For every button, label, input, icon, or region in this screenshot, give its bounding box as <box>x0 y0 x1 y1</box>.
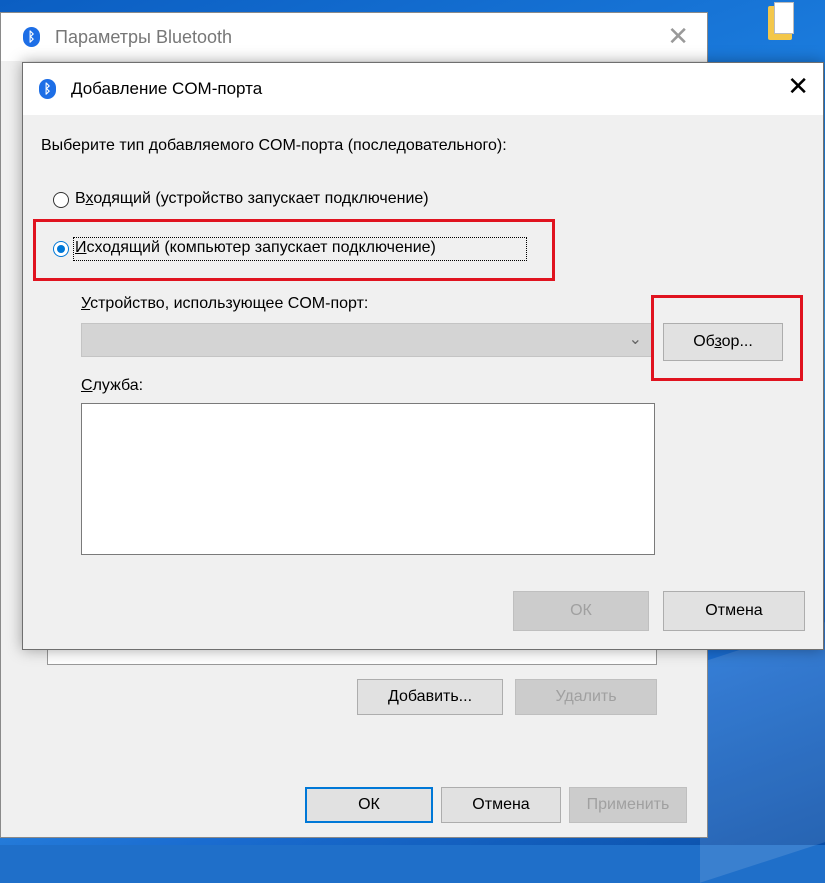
remove-button[interactable]: Удалить <box>515 679 657 715</box>
ok-button[interactable]: ОК <box>513 591 649 631</box>
bluetooth-icon: ᛒ <box>39 79 56 99</box>
incoming-radio-label[interactable]: Входящий (устройство запускает подключен… <box>75 190 429 208</box>
bluetooth-settings-titlebar: ᛒ Параметры Bluetooth ✕ <box>1 13 707 61</box>
chevron-down-icon[interactable]: ⌄ <box>629 329 642 349</box>
bluetooth-icon: ᛒ <box>23 27 40 47</box>
cancel-button[interactable]: Отмена <box>663 591 805 631</box>
close-icon[interactable]: ✕ <box>787 71 809 102</box>
highlight-box-browse <box>651 295 803 381</box>
device-combobox[interactable]: ⌄ <box>81 323 653 357</box>
apply-button[interactable]: Применить <box>569 787 687 823</box>
wallpaper-shape <box>700 617 825 883</box>
add-button[interactable]: Добавить... <box>357 679 503 715</box>
service-listbox[interactable] <box>81 403 655 555</box>
ok-button[interactable]: ОК <box>305 787 433 823</box>
close-icon[interactable]: ✕ <box>667 21 689 52</box>
incoming-radio[interactable] <box>53 192 69 208</box>
dialog-title: Добавление COM-порта <box>71 79 263 98</box>
desktop-folder-icon[interactable] <box>760 0 800 52</box>
add-com-port-dialog: ᛒ Добавление COM-порта ✕ Выберите тип до… <box>22 62 824 650</box>
service-label: Служба: <box>81 377 144 394</box>
highlight-box-outgoing <box>33 219 555 281</box>
bluetooth-settings-title: Параметры Bluetooth <box>55 27 233 47</box>
cancel-button[interactable]: Отмена <box>441 787 561 823</box>
dialog-titlebar: ᛒ Добавление COM-порта ✕ <box>23 63 823 115</box>
port-type-prompt: Выберите тип добавляемого COM-порта (пос… <box>41 137 507 154</box>
device-label: Устройство, использующее COM-порт: <box>81 295 369 312</box>
